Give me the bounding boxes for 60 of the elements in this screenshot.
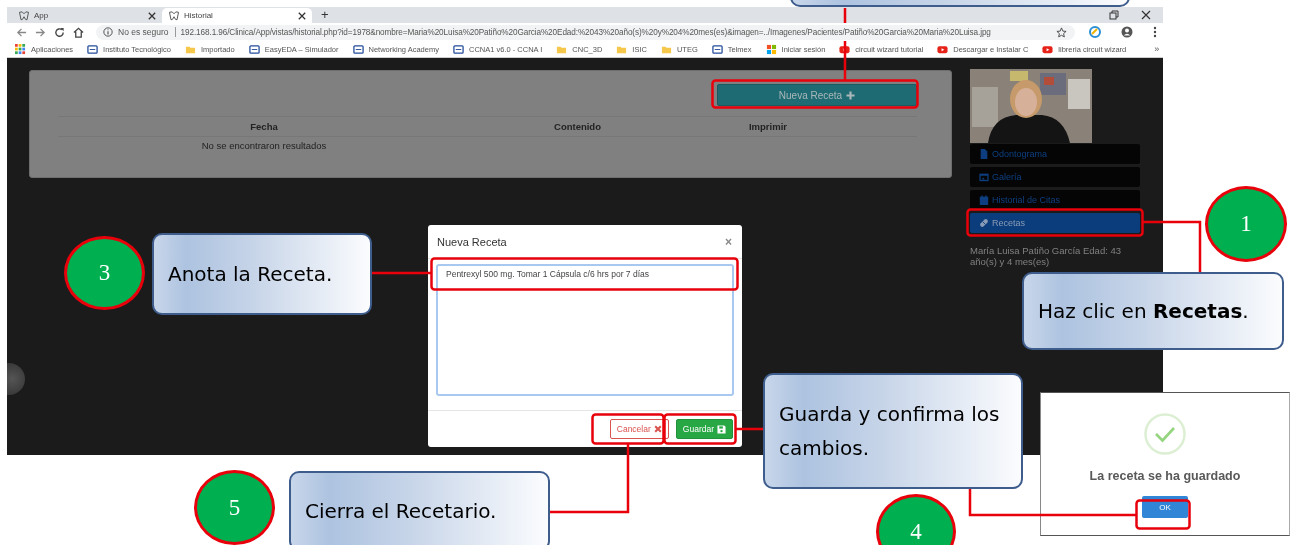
info-icon[interactable] <box>103 27 113 37</box>
close-icon[interactable] <box>1141 10 1151 20</box>
account-icon[interactable] <box>1121 26 1133 38</box>
file-icon <box>979 149 989 159</box>
callout-text: Anota la Receta. <box>168 261 333 288</box>
close-button[interactable]: × <box>725 234 732 249</box>
back-icon[interactable] <box>16 26 27 38</box>
column-header: Contenido <box>553 121 602 132</box>
plus-icon <box>846 90 856 100</box>
callout-text: Haz clic en Recetas. <box>1038 298 1249 325</box>
dialog-title: Nueva Receta <box>437 235 507 248</box>
site-icon <box>452 43 464 55</box>
patient-info: María Luisa Patiño García Edad: 43 año(s) y 4 mes(es) <box>970 245 1123 267</box>
step-number: 5 <box>194 470 275 545</box>
site-icon <box>248 43 260 55</box>
site-icon <box>352 43 364 55</box>
site-icon <box>711 43 723 55</box>
pill-icon <box>979 218 989 228</box>
close-icon <box>653 425 662 433</box>
alert-message: La receta se ha guardado <box>1089 469 1241 483</box>
tiles-icon <box>765 43 777 55</box>
calendar-icon <box>979 195 989 205</box>
apps-grid-icon <box>15 43 26 55</box>
close-icon[interactable] <box>148 11 156 20</box>
leader-line <box>1143 220 1202 272</box>
cancel-button[interactable]: Cancelar <box>609 419 669 439</box>
site-icon <box>87 43 99 55</box>
close-icon[interactable] <box>298 11 306 20</box>
restore-icon[interactable] <box>1109 10 1119 20</box>
new-tab-button[interactable]: + <box>321 8 329 22</box>
leader-line <box>372 271 431 275</box>
extension-icon[interactable] <box>1089 26 1101 38</box>
ok-button[interactable]: OK <box>1142 496 1188 518</box>
forward-icon[interactable] <box>35 26 46 38</box>
step-number: 4 <box>876 494 956 545</box>
browser-tab[interactable]: Historial <box>162 8 312 23</box>
callout-text: Guarda y confirma los cambios. <box>779 401 1001 462</box>
callout-text: Cierra el Recetario. <box>305 498 497 525</box>
reload-icon[interactable] <box>54 26 65 38</box>
url-text: 192.168.1.96/Clinica/App/vistas/historial.php?id=1978&nombre=Maria%20Luisa%20Patiño%20Garcia%20Edad:%2043%20año(s)%20y%204%20mes(es)&imagen=../Imagenes/Pacientes/Patiño%20Garcia%20Maria%20Luisa.jpg <box>180 27 991 37</box>
column-header: Imprimir <box>748 121 788 132</box>
highlight-frame <box>1135 499 1191 530</box>
prescription-field[interactable]: Pentrexyl 500 mg. Tomar 1 Cápsula c/6 hrs por 7 días <box>436 264 734 396</box>
step-number: 1 <box>1205 186 1287 262</box>
sidebar-item[interactable]: Recetas <box>970 213 1140 233</box>
menu-icon[interactable] <box>1153 26 1157 38</box>
address-bar[interactable] <box>96 24 1075 40</box>
floppy-icon <box>717 424 726 434</box>
column-header: Fecha <box>249 121 279 132</box>
more-bookmarks-button[interactable]: » <box>1154 44 1160 54</box>
leader-line <box>736 427 763 431</box>
checkmark-icon <box>1144 413 1186 455</box>
image-icon <box>979 172 989 182</box>
tooth-icon <box>18 9 30 22</box>
tooth-icon <box>168 9 180 22</box>
security-label: No es seguro <box>118 27 176 37</box>
home-icon[interactable] <box>73 26 84 38</box>
browser-tab[interactable]: App <box>12 8 162 23</box>
star-icon[interactable] <box>1056 26 1067 38</box>
empty-message: No se encontraron resultados <box>200 139 328 151</box>
